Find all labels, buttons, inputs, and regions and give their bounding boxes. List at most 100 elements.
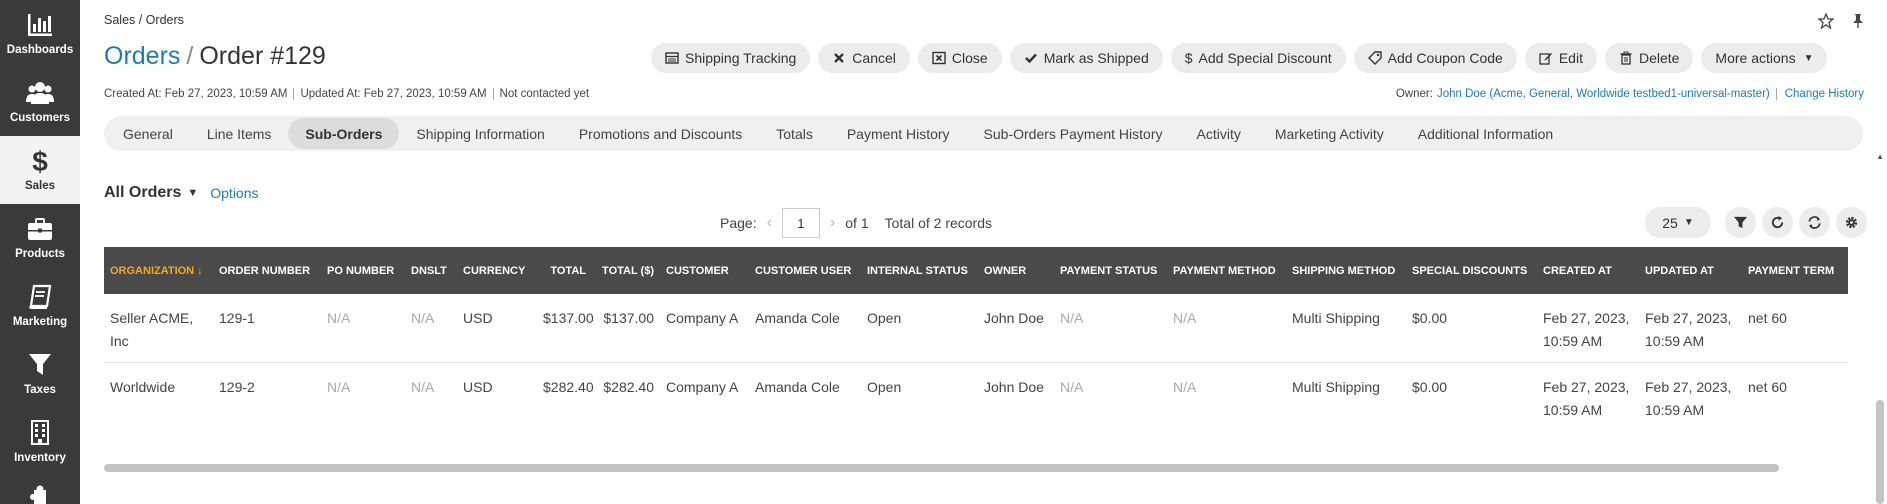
grid-tools: 25 ▼ [1645, 207, 1867, 238]
main-sidebar: Dashboards Customers $ Sales Products Ma… [0, 0, 80, 504]
tab-activity[interactable]: Activity [1180, 118, 1258, 149]
cell-internal-status: Open [867, 310, 902, 326]
column-header-shipping-method[interactable]: SHIPPING METHOD [1286, 247, 1406, 294]
refresh-button[interactable] [1799, 207, 1830, 238]
grid-view-name[interactable]: All Orders [104, 184, 181, 202]
tab-line-items[interactable]: Line Items [190, 118, 289, 149]
updated-at: Updated At: Feb 27, 2023, 10:59 AM [293, 88, 487, 100]
sub-orders-table: ORGANIZATION ↓ ORDER NUMBER PO NUMBER DN… [104, 247, 1848, 427]
scroll-up-icon[interactable]: ▲ [1876, 152, 1884, 161]
created-at: Created At: Feb 27, 2023, 10:59 AM [104, 88, 288, 100]
column-header-payment-method[interactable]: PAYMENT METHOD [1167, 247, 1286, 294]
page-input[interactable] [781, 208, 820, 238]
column-header-updated-at[interactable]: UPDATED AT [1639, 247, 1742, 294]
owner-link[interactable]: John Doe (Acme, General, Worldwide testb… [1437, 88, 1770, 100]
check-icon [1024, 51, 1038, 65]
sidebar-item-inventory[interactable]: Inventory [0, 408, 80, 476]
delete-button[interactable]: Delete [1604, 43, 1694, 73]
close-box-icon [932, 51, 946, 65]
cell-created-at: Feb 27, 2023, 10:59 AM [1543, 310, 1630, 349]
sidebar-item-marketing[interactable]: Marketing [0, 272, 80, 340]
pin-icon[interactable] [1849, 12, 1867, 30]
cell-total: $282.40 [543, 378, 594, 395]
cell-organization: Worldwide [110, 378, 176, 395]
column-header-organization[interactable]: ORGANIZATION ↓ [104, 247, 213, 294]
page-size-select[interactable]: 25 ▼ [1645, 207, 1711, 238]
orders-link[interactable]: Orders [104, 42, 180, 70]
sidebar-item-more[interactable] [0, 476, 80, 504]
column-header-customer-user[interactable]: CUSTOMER USER [749, 247, 861, 294]
tab-promotions-and-discounts[interactable]: Promotions and Discounts [562, 118, 759, 149]
prev-page-icon[interactable]: ‹ [767, 214, 772, 232]
tab-payment-history[interactable]: Payment History [830, 118, 967, 149]
grid-settings-button[interactable] [1836, 207, 1867, 238]
add-coupon-code-button[interactable]: Add Coupon Code [1353, 43, 1517, 73]
sidebar-item-customers[interactable]: Customers [0, 68, 80, 136]
favorite-star-icon[interactable] [1817, 12, 1835, 30]
table-row[interactable]: Worldwide 129-2 N/A N/A USD $282.40 $282… [104, 362, 1848, 427]
breadcrumb[interactable]: Sales / Orders [104, 13, 184, 27]
add-special-discount-button[interactable]: $ Add Special Discount [1170, 43, 1346, 73]
sidebar-item-products[interactable]: Products [0, 204, 80, 272]
grid-view-selector: All Orders ▼ Options [104, 184, 259, 202]
column-header-payment-term[interactable]: PAYMENT TERM [1742, 247, 1848, 294]
vertical-scrollbar[interactable] [1876, 400, 1884, 504]
tab-shipping-information[interactable]: Shipping Information [399, 118, 561, 149]
cell-special-discounts: $0.00 [1412, 310, 1448, 326]
reset-button[interactable] [1762, 207, 1793, 238]
close-button[interactable]: Close [917, 43, 1002, 73]
column-header-order-number[interactable]: ORDER NUMBER [213, 247, 321, 294]
column-header-po-number[interactable]: PO NUMBER [321, 247, 405, 294]
sidebar-item-label: Inventory [14, 451, 66, 464]
sidebar-item-dashboards[interactable]: Dashboards [0, 0, 80, 68]
column-header-internal-status[interactable]: INTERNAL STATUS [861, 247, 978, 294]
tab-marketing-activity[interactable]: Marketing Activity [1258, 118, 1401, 149]
column-header-dnslt[interactable]: DNSLT [405, 247, 457, 294]
owner-info: Owner: John Doe (Acme, General, Worldwid… [1396, 88, 1864, 100]
filter-toggle-button[interactable] [1725, 207, 1756, 238]
change-history-link[interactable]: Change History [1775, 88, 1864, 100]
mark-as-shipped-button[interactable]: Mark as Shipped [1009, 43, 1163, 73]
column-header-customer[interactable]: CUSTOMER [660, 247, 749, 294]
cell-customer: Company A [666, 310, 739, 326]
button-label: Delete [1638, 50, 1680, 66]
bar-chart-icon [28, 13, 52, 36]
cell-owner: John Doe [984, 310, 1044, 326]
cell-currency: USD [463, 378, 493, 395]
table-row[interactable]: Seller ACME, Inc 129-1 N/A N/A USD $137.… [104, 294, 1848, 362]
button-label: Add Special Discount [1198, 50, 1332, 66]
cell-payment-status: N/A [1060, 378, 1084, 395]
cancel-button[interactable]: Cancel [818, 43, 910, 73]
tab-sub-orders-payment-history[interactable]: Sub-Orders Payment History [967, 118, 1180, 149]
tab-sub-orders[interactable]: Sub-Orders [288, 118, 400, 149]
caret-down-icon[interactable]: ▼ [187, 187, 198, 199]
tab-additional-information[interactable]: Additional Information [1401, 118, 1570, 149]
sidebar-item-taxes[interactable]: Taxes [0, 340, 80, 408]
column-header-special-discounts[interactable]: SPECIAL DISCOUNTS [1406, 247, 1537, 294]
trash-icon [1619, 51, 1633, 65]
column-header-total-usd[interactable]: TOTAL ($) [592, 247, 660, 294]
horizontal-scrollbar[interactable] [104, 464, 1779, 472]
sidebar-item-sales[interactable]: $ Sales [0, 136, 80, 204]
column-header-total[interactable]: TOTAL [537, 247, 592, 294]
sidebar-item-label: Dashboards [6, 43, 74, 56]
next-page-icon[interactable]: › [830, 214, 835, 232]
cell-updated-at: Feb 27, 2023, 10:59 AM [1645, 310, 1732, 349]
grid-options-link[interactable]: Options [210, 185, 258, 201]
column-header-owner[interactable]: OWNER [978, 247, 1054, 294]
order-meta: Created At: Feb 27, 2023, 10:59 AM Updat… [104, 88, 589, 100]
shipping-tracking-button[interactable]: Shipping Tracking [651, 43, 811, 73]
gear-icon [1845, 216, 1858, 229]
edit-button[interactable]: Edit [1524, 43, 1597, 73]
refresh-icon [1808, 216, 1821, 229]
column-header-created-at[interactable]: CREATED AT [1537, 247, 1639, 294]
tag-icon [1367, 51, 1382, 65]
column-header-payment-status[interactable]: PAYMENT STATUS [1054, 247, 1167, 294]
column-header-currency[interactable]: CURRENCY [457, 247, 537, 294]
filter-icon [29, 353, 51, 375]
tab-totals[interactable]: Totals [759, 118, 830, 149]
button-label: Add Coupon Code [1387, 50, 1503, 66]
tab-general[interactable]: General [106, 118, 190, 149]
more-actions-button[interactable]: More actions ▼ [1701, 43, 1828, 73]
sidebar-item-label: Sales [24, 179, 56, 192]
